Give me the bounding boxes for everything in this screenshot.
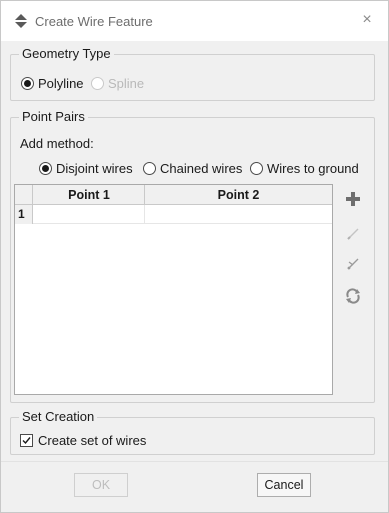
column-header-point-1[interactable]: Point 1: [34, 185, 145, 205]
spline-label: Spline: [108, 76, 145, 91]
disjoint-wires-radio[interactable]: Disjoint wires: [39, 161, 133, 176]
table-cell-point-2[interactable]: [145, 205, 332, 224]
spline-radio-dot: [91, 77, 104, 90]
polyline-label: Polyline: [38, 76, 84, 91]
plus-icon: [346, 192, 360, 206]
wires-to-ground-radio[interactable]: Wires to ground: [250, 161, 359, 176]
pencil-icon: [347, 228, 359, 240]
create-set-checkbox[interactable]: Create set of wires: [20, 433, 146, 448]
create-wire-feature-dialog: Create Wire Feature × Geometry Type Poly…: [0, 0, 389, 513]
set-creation-title: Set Creation: [19, 409, 98, 424]
chained-wires-label: Chained wires: [160, 161, 243, 176]
geometry-type-title: Geometry Type: [19, 46, 114, 61]
geometry-type-group: Geometry Type Polyline Spline: [10, 46, 375, 101]
pick-icon: [347, 258, 359, 270]
checkbox-box[interactable]: [20, 434, 33, 447]
refresh-icon: [346, 288, 360, 304]
title-bar: Create Wire Feature ×: [1, 1, 388, 41]
pick-points-button: [342, 253, 364, 275]
footer-divider: [1, 461, 388, 462]
row-header[interactable]: 1: [15, 205, 33, 224]
spline-radio: Spline: [91, 76, 144, 91]
polyline-radio-dot[interactable]: [21, 77, 34, 90]
column-header-point-2[interactable]: Point 2: [145, 185, 332, 205]
add-row-button[interactable]: [342, 188, 364, 210]
wires-to-ground-radio-dot[interactable]: [250, 162, 263, 175]
cancel-button[interactable]: Cancel: [257, 473, 311, 497]
refresh-button[interactable]: [342, 285, 364, 307]
table-header: Point 1 Point 2: [15, 185, 332, 205]
disjoint-wires-label: Disjoint wires: [56, 161, 133, 176]
point-pairs-table[interactable]: Point 1 Point 2 1: [14, 184, 333, 395]
create-set-label: Create set of wires: [38, 433, 147, 448]
table-row[interactable]: 1: [15, 205, 332, 224]
polyline-radio[interactable]: Polyline: [21, 76, 84, 91]
chained-wires-radio[interactable]: Chained wires: [143, 161, 242, 176]
disjoint-wires-radio-dot[interactable]: [39, 162, 52, 175]
wires-to-ground-label: Wires to ground: [267, 161, 359, 176]
window-title: Create Wire Feature: [35, 14, 153, 29]
table-cell-point-1[interactable]: [34, 205, 145, 224]
point-pairs-title: Point Pairs: [19, 109, 88, 124]
wire-feature-icon: [13, 13, 29, 29]
table-corner[interactable]: [15, 185, 33, 205]
edit-row-button: [342, 223, 364, 245]
close-icon[interactable]: ×: [358, 11, 376, 29]
chained-wires-radio-dot[interactable]: [143, 162, 156, 175]
check-icon: [22, 437, 31, 445]
ok-button: OK: [74, 473, 128, 497]
add-method-label: Add method:: [20, 136, 94, 151]
